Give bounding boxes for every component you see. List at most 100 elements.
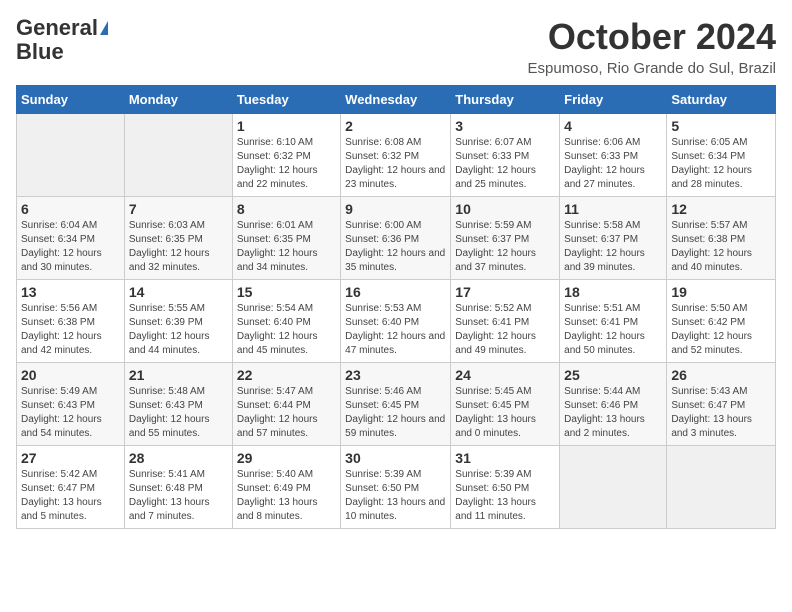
day-detail: Sunrise: 5:52 AM Sunset: 6:41 PM Dayligh… bbox=[455, 302, 555, 358]
day-detail: Sunrise: 5:54 AM Sunset: 6:40 PM Dayligh… bbox=[237, 302, 336, 358]
header-row: SundayMondayTuesdayWednesdayThursdayFrid… bbox=[17, 86, 776, 114]
day-number: 7 bbox=[129, 201, 228, 217]
day-cell bbox=[17, 114, 125, 197]
day-cell: 22 Sunrise: 5:47 AM Sunset: 6:44 PM Dayli… bbox=[232, 363, 340, 446]
day-number: 18 bbox=[564, 284, 662, 300]
day-cell: 16Sunrise: 5:53 AM Sunset: 6:40 PM Dayli… bbox=[341, 280, 451, 363]
day-cell: 26 Sunrise: 5:43 AM Sunset: 6:47 PM Dayli… bbox=[667, 363, 776, 446]
day-number: 21 bbox=[129, 367, 228, 383]
day-detail: Sunrise: 6:05 AM Sunset: 6:34 PM Dayligh… bbox=[671, 136, 771, 192]
day-number: 15 bbox=[237, 284, 336, 300]
day-number: 31 bbox=[455, 450, 555, 466]
day-detail: Sunrise: 5:39 AM Sunset: 6:50 PM Dayligh… bbox=[345, 468, 446, 524]
day-detail: Sunrise: 5:58 AM Sunset: 6:37 PM Dayligh… bbox=[564, 219, 662, 275]
day-detail: Sunrise: 6:01 AM Sunset: 6:35 PM Dayligh… bbox=[237, 219, 336, 275]
day-detail: Sunrise: 5:43 AM Sunset: 6:47 PM Dayligh… bbox=[671, 385, 771, 441]
day-cell: 29Sunrise: 5:40 AM Sunset: 6:49 PM Dayli… bbox=[232, 446, 340, 529]
week-row-4: 20 Sunrise: 5:49 AM Sunset: 6:43 PM Dayli… bbox=[17, 363, 776, 446]
day-number: 2 bbox=[345, 118, 446, 134]
day-cell: 19 Sunrise: 5:50 AM Sunset: 6:42 PM Dayli… bbox=[667, 280, 776, 363]
day-number: 23 bbox=[345, 367, 446, 383]
day-number: 14 bbox=[129, 284, 228, 300]
day-number: 13 bbox=[21, 284, 120, 300]
day-cell: 31 Sunrise: 5:39 AM Sunset: 6:50 PM Dayli… bbox=[451, 446, 560, 529]
logo-text: General bbox=[16, 16, 98, 40]
day-detail: Sunrise: 5:51 AM Sunset: 6:41 PM Dayligh… bbox=[564, 302, 662, 358]
col-header-wednesday: Wednesday bbox=[341, 86, 451, 114]
day-cell: 30 Sunrise: 5:39 AM Sunset: 6:50 PM Dayli… bbox=[341, 446, 451, 529]
day-detail: Sunrise: 5:57 AM Sunset: 6:38 PM Dayligh… bbox=[671, 219, 771, 275]
day-cell: 9 Sunrise: 6:00 AM Sunset: 6:36 PM Daylig… bbox=[341, 197, 451, 280]
day-cell: 8 Sunrise: 6:01 AM Sunset: 6:35 PM Daylig… bbox=[232, 197, 340, 280]
day-detail: Sunrise: 5:53 AM Sunset: 6:40 PM Dayligh… bbox=[345, 302, 446, 358]
day-cell: 17Sunrise: 5:52 AM Sunset: 6:41 PM Dayli… bbox=[451, 280, 560, 363]
day-cell: 18 Sunrise: 5:51 AM Sunset: 6:41 PM Dayli… bbox=[560, 280, 667, 363]
location: Espumoso, Rio Grande do Sul, Brazil bbox=[528, 60, 776, 77]
day-detail: Sunrise: 5:59 AM Sunset: 6:37 PM Dayligh… bbox=[455, 219, 555, 275]
day-detail: Sunrise: 5:49 AM Sunset: 6:43 PM Dayligh… bbox=[21, 385, 120, 441]
day-number: 28 bbox=[129, 450, 228, 466]
day-cell: 23Sunrise: 5:46 AM Sunset: 6:45 PM Dayli… bbox=[341, 363, 451, 446]
day-number: 11 bbox=[564, 201, 662, 217]
day-cell: 6Sunrise: 6:04 AM Sunset: 6:34 PM Daylig… bbox=[17, 197, 125, 280]
day-number: 1 bbox=[237, 118, 336, 134]
day-cell: 24 Sunrise: 5:45 AM Sunset: 6:45 PM Dayli… bbox=[451, 363, 560, 446]
day-cell: 25 Sunrise: 5:44 AM Sunset: 6:46 PM Dayli… bbox=[560, 363, 667, 446]
col-header-sunday: Sunday bbox=[17, 86, 125, 114]
day-cell: 1 Sunrise: 6:10 AM Sunset: 6:32 PM Daylig… bbox=[232, 114, 340, 197]
day-detail: Sunrise: 6:08 AM Sunset: 6:32 PM Dayligh… bbox=[345, 136, 446, 192]
month-title: October 2024 bbox=[528, 16, 776, 58]
day-cell: 27Sunrise: 5:42 AM Sunset: 6:47 PM Dayli… bbox=[17, 446, 125, 529]
day-number: 24 bbox=[455, 367, 555, 383]
day-cell: 14 Sunrise: 5:55 AM Sunset: 6:39 PM Dayli… bbox=[124, 280, 232, 363]
day-number: 8 bbox=[237, 201, 336, 217]
day-detail: Sunrise: 5:56 AM Sunset: 6:38 PM Dayligh… bbox=[21, 302, 120, 358]
day-cell: 3Sunrise: 6:07 AM Sunset: 6:33 PM Daylig… bbox=[451, 114, 560, 197]
logo-blue-text: Blue bbox=[16, 40, 64, 64]
day-number: 6 bbox=[21, 201, 120, 217]
day-cell bbox=[124, 114, 232, 197]
day-number: 26 bbox=[671, 367, 771, 383]
day-detail: Sunrise: 5:45 AM Sunset: 6:45 PM Dayligh… bbox=[455, 385, 555, 441]
day-detail: Sunrise: 5:50 AM Sunset: 6:42 PM Dayligh… bbox=[671, 302, 771, 358]
day-cell bbox=[560, 446, 667, 529]
calendar-table: SundayMondayTuesdayWednesdayThursdayFrid… bbox=[16, 85, 776, 529]
col-header-friday: Friday bbox=[560, 86, 667, 114]
logo-triangle-icon bbox=[100, 21, 108, 35]
day-number: 22 bbox=[237, 367, 336, 383]
day-detail: Sunrise: 5:48 AM Sunset: 6:43 PM Dayligh… bbox=[129, 385, 228, 441]
week-row-3: 13 Sunrise: 5:56 AM Sunset: 6:38 PM Dayli… bbox=[17, 280, 776, 363]
day-cell: 7Sunrise: 6:03 AM Sunset: 6:35 PM Daylig… bbox=[124, 197, 232, 280]
col-header-saturday: Saturday bbox=[667, 86, 776, 114]
day-cell: 5Sunrise: 6:05 AM Sunset: 6:34 PM Daylig… bbox=[667, 114, 776, 197]
day-cell: 12 Sunrise: 5:57 AM Sunset: 6:38 PM Dayli… bbox=[667, 197, 776, 280]
day-number: 25 bbox=[564, 367, 662, 383]
day-detail: Sunrise: 5:47 AM Sunset: 6:44 PM Dayligh… bbox=[237, 385, 336, 441]
col-header-thursday: Thursday bbox=[451, 86, 560, 114]
day-detail: Sunrise: 5:40 AM Sunset: 6:49 PM Dayligh… bbox=[237, 468, 336, 524]
day-detail: Sunrise: 5:44 AM Sunset: 6:46 PM Dayligh… bbox=[564, 385, 662, 441]
day-cell: 28 Sunrise: 5:41 AM Sunset: 6:48 PM Dayli… bbox=[124, 446, 232, 529]
day-number: 9 bbox=[345, 201, 446, 217]
day-detail: Sunrise: 6:06 AM Sunset: 6:33 PM Dayligh… bbox=[564, 136, 662, 192]
day-cell: 10Sunrise: 5:59 AM Sunset: 6:37 PM Dayli… bbox=[451, 197, 560, 280]
col-header-monday: Monday bbox=[124, 86, 232, 114]
day-number: 27 bbox=[21, 450, 120, 466]
day-cell: 13 Sunrise: 5:56 AM Sunset: 6:38 PM Dayli… bbox=[17, 280, 125, 363]
day-detail: Sunrise: 5:55 AM Sunset: 6:39 PM Dayligh… bbox=[129, 302, 228, 358]
day-detail: Sunrise: 5:41 AM Sunset: 6:48 PM Dayligh… bbox=[129, 468, 228, 524]
day-cell bbox=[667, 446, 776, 529]
day-number: 20 bbox=[21, 367, 120, 383]
week-row-1: 1 Sunrise: 6:10 AM Sunset: 6:32 PM Daylig… bbox=[17, 114, 776, 197]
day-number: 30 bbox=[345, 450, 446, 466]
day-number: 12 bbox=[671, 201, 771, 217]
title-block: October 2024 Espumoso, Rio Grande do Sul… bbox=[528, 16, 776, 77]
day-detail: Sunrise: 5:39 AM Sunset: 6:50 PM Dayligh… bbox=[455, 468, 555, 524]
day-number: 19 bbox=[671, 284, 771, 300]
logo: General Blue bbox=[16, 16, 108, 64]
day-number: 4 bbox=[564, 118, 662, 134]
day-detail: Sunrise: 6:00 AM Sunset: 6:36 PM Dayligh… bbox=[345, 219, 446, 275]
day-cell: 4 Sunrise: 6:06 AM Sunset: 6:33 PM Daylig… bbox=[560, 114, 667, 197]
day-detail: Sunrise: 6:10 AM Sunset: 6:32 PM Dayligh… bbox=[237, 136, 336, 192]
day-cell: 11 Sunrise: 5:58 AM Sunset: 6:37 PM Dayli… bbox=[560, 197, 667, 280]
